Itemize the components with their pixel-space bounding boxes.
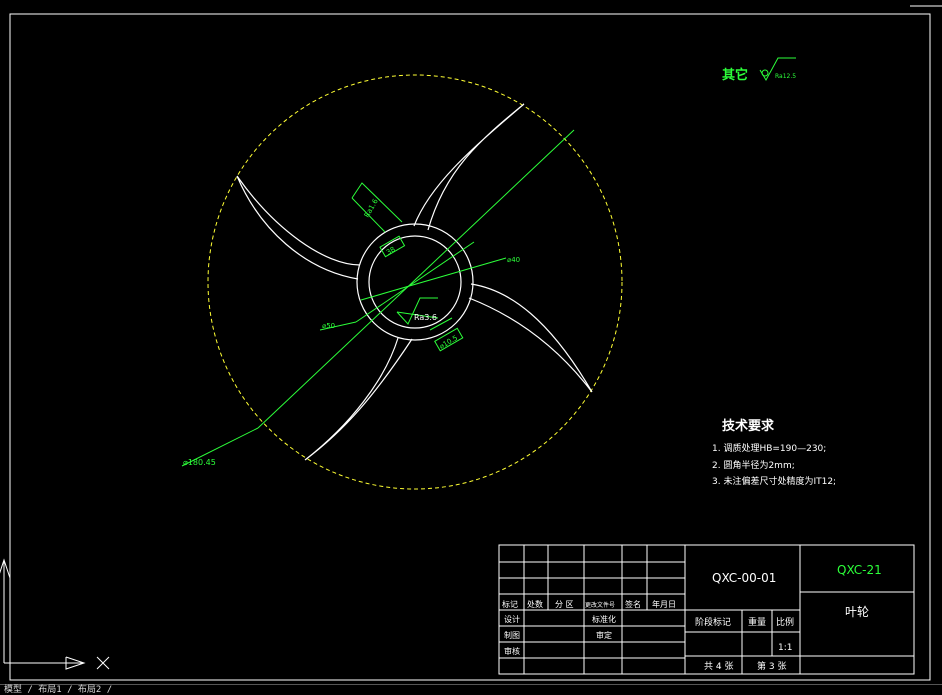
dim-key-bottom-label: ⌀10.5 bbox=[438, 334, 459, 351]
dim-line-bore bbox=[360, 257, 507, 301]
ucs-icon bbox=[0, 558, 110, 670]
header-mark: 标记 bbox=[502, 599, 518, 609]
sheet-number: 第 3 张 bbox=[757, 660, 786, 672]
tech-requirements-title: 技术要求 bbox=[722, 418, 775, 434]
drawing-number: QXC-00-01 bbox=[712, 571, 776, 585]
label-review: 审核 bbox=[504, 646, 520, 656]
surface-note-label: 其它 bbox=[722, 67, 748, 83]
tech-requirement-2: 2. 圆角半径为2mm; bbox=[712, 459, 795, 471]
label-scale: 比例 bbox=[776, 616, 794, 628]
label-stage-mark: 阶段标记 bbox=[695, 616, 731, 628]
label-drawing: 制图 bbox=[504, 630, 520, 640]
label-standardization: 标准化 bbox=[592, 614, 616, 624]
scale-value: 1:1 bbox=[778, 643, 792, 653]
label-approve: 审定 bbox=[596, 630, 612, 640]
roughness-bore-label: Ra1.6 bbox=[363, 197, 380, 219]
header-count: 处数 bbox=[527, 599, 543, 609]
header-change-doc: 更改文件号 bbox=[585, 601, 615, 609]
blade-3 bbox=[468, 283, 593, 393]
tech-requirement-1: 1. 调质处理HB=190—230; bbox=[712, 442, 826, 454]
header-date: 年月日 bbox=[652, 599, 676, 609]
drawing-canvas[interactable]: 其它 Ra12.5 Ra1.6 38 ⌀40 ⌀50 Ra3.6 ⌀10.5 ⌀… bbox=[0, 0, 942, 692]
blade-2 bbox=[236, 175, 361, 280]
sheets-total: 共 4 张 bbox=[704, 661, 733, 672]
part-name: 叶轮 bbox=[845, 605, 869, 619]
label-design: 设计 bbox=[504, 614, 520, 624]
dim-hub-outer-label: ⌀50 bbox=[322, 322, 335, 330]
tech-requirement-3: 3. 未注偏差尺寸处精度为IT12; bbox=[712, 475, 836, 487]
surface-roughness-value: Ra12.5 bbox=[775, 73, 796, 80]
roughness-hub-label: Ra3.6 bbox=[414, 313, 437, 322]
dim-line-outer bbox=[257, 129, 575, 429]
header-zone: 分 区 bbox=[555, 600, 574, 609]
blade-4 bbox=[304, 337, 413, 461]
header-signature: 签名 bbox=[625, 599, 641, 609]
drawing-frame bbox=[9, 13, 931, 681]
dim-bore-label: ⌀40 bbox=[507, 256, 520, 264]
dim-outer-label: ⌀180.45 bbox=[183, 458, 216, 467]
label-weight: 重量 bbox=[748, 616, 766, 628]
blade-1 bbox=[413, 103, 525, 231]
part-code: QXC-21 bbox=[837, 563, 882, 577]
layout-tabs-text[interactable]: 模型 / 布局1 / 布局2 / bbox=[4, 682, 112, 695]
dim-key-top-label: 38 bbox=[385, 245, 397, 256]
